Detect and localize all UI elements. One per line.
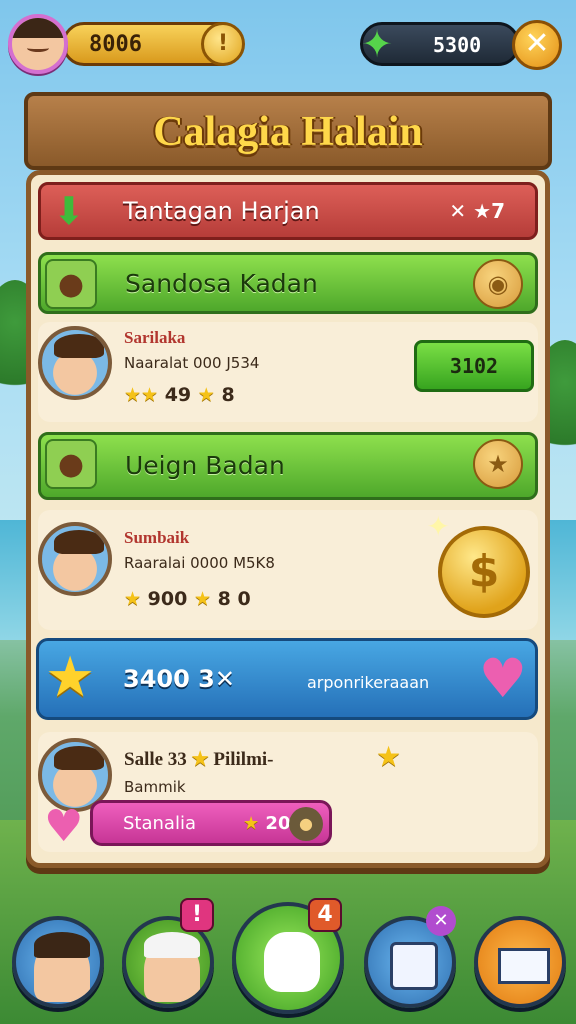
star-cookie-icon: ★ [473, 439, 523, 489]
heart-icon[interactable]: ♥ [479, 649, 527, 709]
bread-icon: ◉ [473, 259, 523, 309]
avatar-hat [144, 932, 200, 958]
avatar [38, 522, 112, 596]
gem-counter[interactable]: ✦ 5300 [360, 22, 520, 66]
calendar-icon [390, 942, 438, 990]
player-avatar[interactable] [8, 14, 68, 74]
tag-label: Stanalia [123, 813, 196, 834]
close-badge-icon: ✕ [426, 906, 456, 936]
down-arrow-icon: ⬇ [53, 189, 85, 233]
star-icon: ★ [376, 740, 402, 773]
player-stats: ★★ 49 ★ 8 [124, 384, 235, 406]
player-sub: Naaralat 000 J534 [124, 354, 260, 372]
stat-value: 900 [147, 588, 188, 610]
player-stats: ★ 900 ★ 8 0 [124, 588, 251, 610]
gem-count: 5300 [433, 33, 482, 57]
score-button[interactable]: 3102 [414, 340, 534, 392]
avatar [38, 326, 112, 400]
nav-profile-button[interactable] [12, 916, 104, 1008]
player-card-1[interactable]: Sarilaka Naaralat 000 J534 ★★ 49 ★ 8 310… [38, 322, 538, 422]
row-meta: ✕ ★7 [449, 199, 505, 223]
player-card-2[interactable]: Sumbaik Raaralai 0000 M5K8 ★ 900 ★ 8 0 ✦… [38, 510, 538, 630]
player-name: Sumbaik [124, 528, 190, 547]
coin-icon: ! [201, 22, 245, 66]
player-sub: Raaralai 0000 M5K8 [124, 554, 275, 572]
gem-icon: ✦ [361, 22, 393, 66]
star-icon: ★★ [124, 384, 159, 406]
title-plank: Calagia Halain [24, 92, 552, 170]
reward-amount: 3400 3✕ [123, 665, 235, 693]
row-label: Sandosa Kadan [125, 269, 318, 298]
star-icon: ★ [45, 645, 96, 710]
envelope-icon [498, 948, 550, 984]
star-icon: ★ [193, 588, 212, 610]
row-ueign[interactable]: ● Ueign Badan ★ [38, 432, 538, 500]
top-hud: 8006 ! ✦ 5300 ✕ [0, 8, 576, 78]
player-name-tail: Pililmi- [213, 749, 274, 770]
row-label: Tantagan Harjan [123, 197, 320, 225]
player-name: Salle 33 ★ Pililmi- [124, 748, 274, 771]
row-reward[interactable]: ★ 3400 3✕ arponrikeraaan ♥ [36, 638, 538, 720]
player-name-part: Salle 33 [124, 749, 187, 770]
stat-value: 8 [221, 384, 235, 406]
notification-badge: ! [180, 898, 214, 932]
player-tag-bar[interactable]: Stanalia ★ 2030 ● [90, 800, 332, 846]
player-name: Sarilaka [124, 328, 186, 347]
cookie-icon: ● [45, 259, 97, 309]
stat-value: 8 0 [217, 588, 251, 610]
glove-icon [264, 932, 320, 992]
dollar-coin-icon[interactable]: $ [438, 526, 530, 618]
heart-icon: ♥ [44, 801, 84, 852]
star-icon: ★ [191, 749, 209, 770]
row-label: Ueign Badan [125, 451, 285, 480]
page-title: Calagia Halain [153, 109, 423, 155]
row-sandosa[interactable]: ● Sandosa Kadan ◉ [38, 252, 538, 314]
sparkle-icon: ✦ [426, 510, 450, 543]
star-icon: ★ [197, 384, 215, 406]
coin-count: 8006 [89, 32, 142, 57]
player-sub: Bammik [124, 778, 186, 796]
coin-counter[interactable]: 8006 ! [62, 22, 245, 66]
cookie-icon: ● [45, 439, 97, 489]
notification-badge: 4 [308, 898, 342, 932]
row-tantagan[interactable]: ⬇ Tantagan Harjan ✕ ★7 [38, 182, 538, 240]
reward-label: arponrikeraaan [307, 673, 430, 692]
avatar-hair [34, 932, 90, 958]
nav-mail-button[interactable] [474, 916, 566, 1008]
star-icon: ★ [124, 588, 142, 610]
star-icon: ★ [243, 813, 260, 834]
close-button[interactable]: ✕ [512, 20, 562, 70]
money-bag-icon: ● [289, 807, 323, 841]
stat-value: 49 [164, 384, 192, 406]
